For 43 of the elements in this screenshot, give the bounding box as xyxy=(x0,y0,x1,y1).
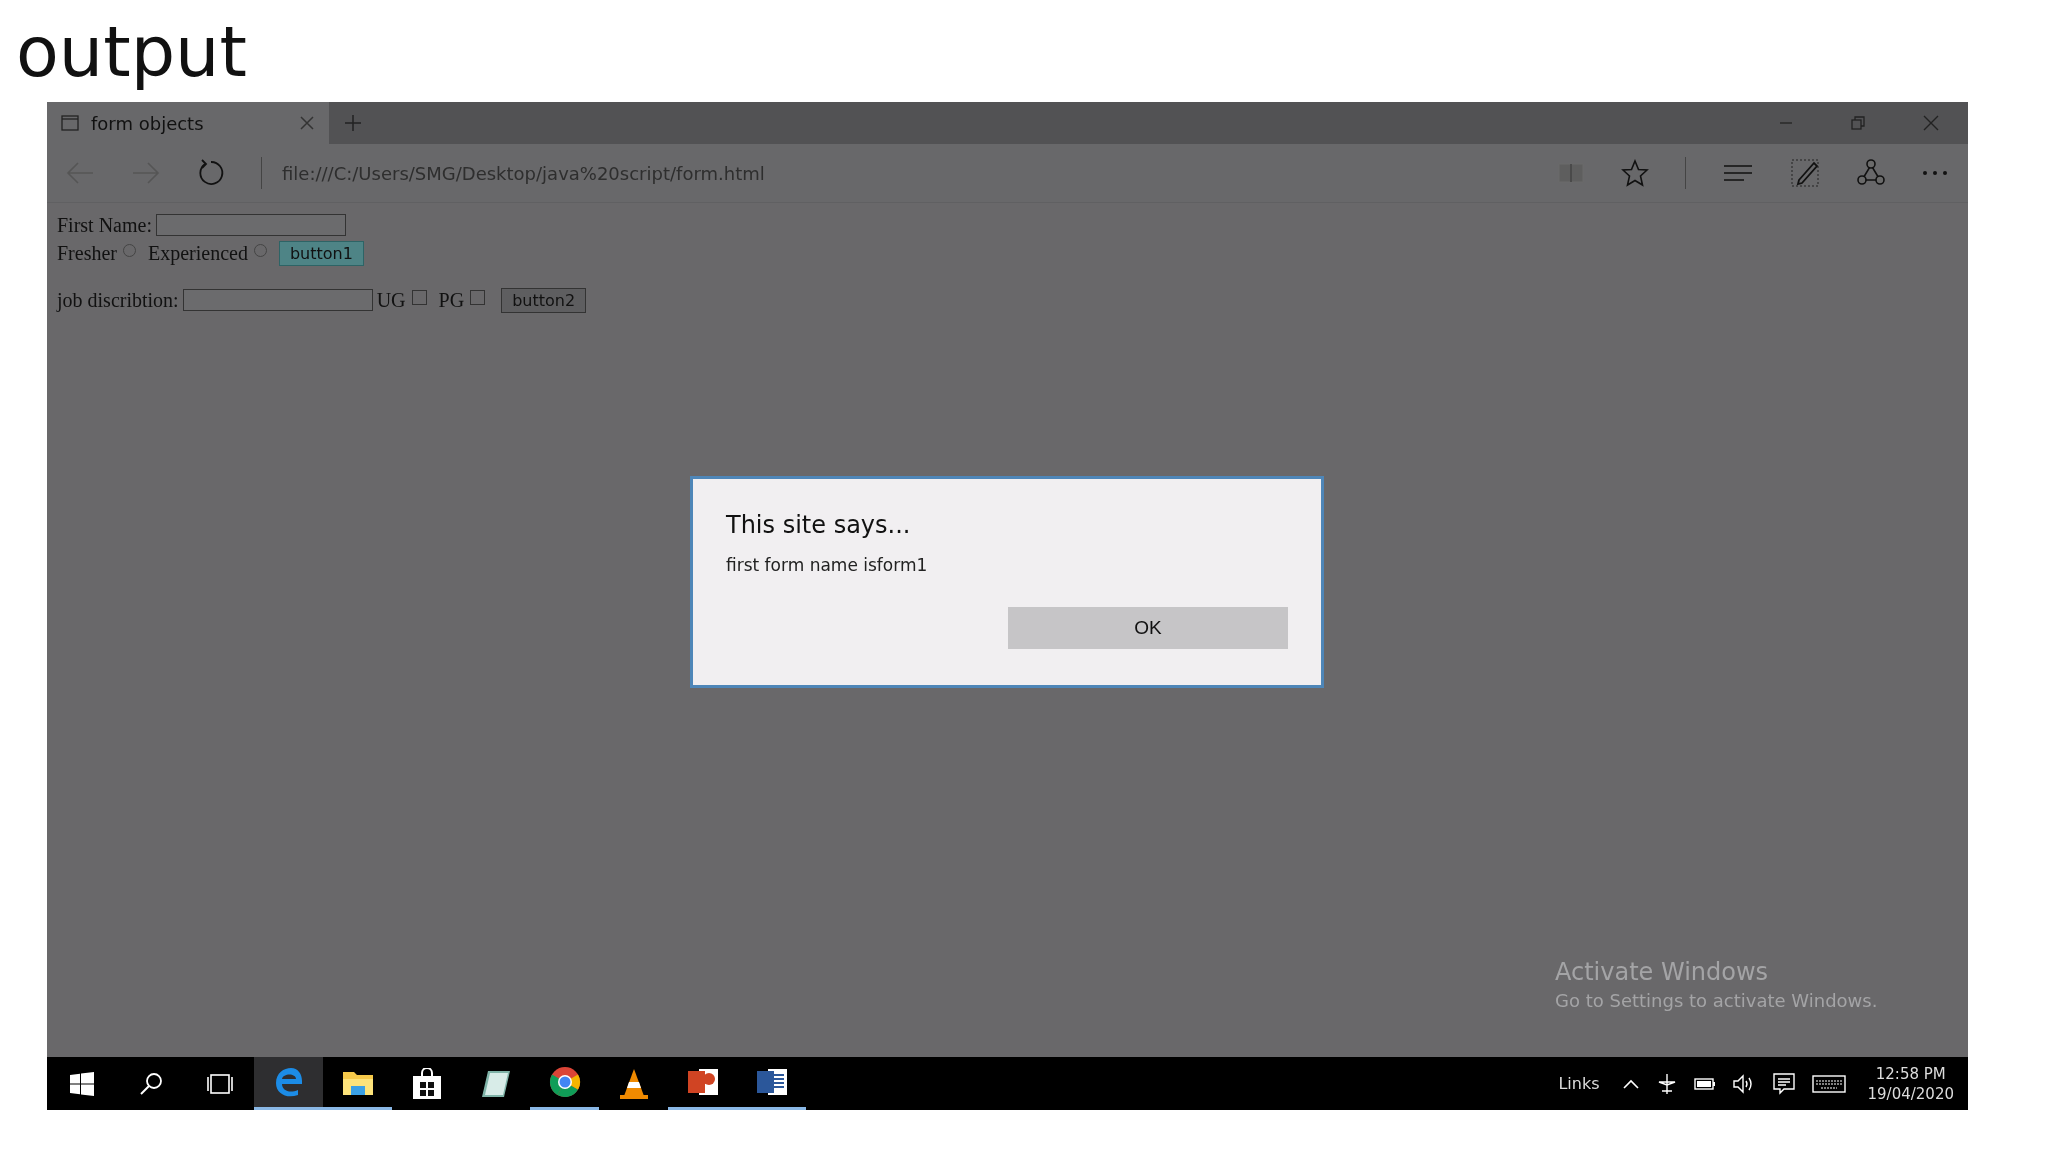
refresh-icon[interactable] xyxy=(197,159,225,187)
more-dots-icon[interactable] xyxy=(1922,169,1948,177)
page-icon xyxy=(61,115,79,131)
checkbox-label: UG xyxy=(376,288,406,312)
button1[interactable]: button1 xyxy=(278,240,364,266)
clock-time[interactable]: 12:58 PM xyxy=(1875,1063,1946,1084)
battery-icon[interactable] xyxy=(1693,1076,1716,1091)
dialog-title: This site says... xyxy=(726,511,912,539)
checkbox-label: PG xyxy=(438,288,465,312)
dialog-message: first form name isform1 xyxy=(726,555,929,575)
windows-logo-icon xyxy=(69,1071,94,1096)
close-icon[interactable] xyxy=(1922,114,1940,132)
checkbox[interactable] xyxy=(411,289,427,305)
links-toolbar[interactable]: Links xyxy=(1558,1074,1600,1093)
first-name-label: First Name: xyxy=(57,213,152,237)
pen-note-icon[interactable] xyxy=(1790,158,1820,188)
w-document-icon xyxy=(755,1067,788,1097)
star-icon[interactable] xyxy=(1621,159,1649,187)
shopping-bag-icon xyxy=(411,1067,442,1100)
chevron-up-icon[interactable] xyxy=(1621,1077,1640,1090)
checkbox[interactable] xyxy=(470,289,486,305)
radio-label: Fresher xyxy=(57,241,117,265)
clock-date[interactable]: 19/04/2020 xyxy=(1867,1083,1954,1104)
notepad-icon xyxy=(479,1068,512,1099)
restore-icon[interactable] xyxy=(1850,115,1866,131)
keyboard-icon[interactable] xyxy=(1811,1073,1846,1094)
slide-title: output xyxy=(15,10,248,95)
first-name-field[interactable] xyxy=(156,214,346,236)
radio-label: Experienced xyxy=(148,241,248,265)
taskbar-app[interactable] xyxy=(254,1057,323,1110)
job-description-label: job discribtion: xyxy=(57,288,179,312)
new-tab-icon[interactable] xyxy=(343,113,363,133)
traffic-cone-icon xyxy=(618,1067,649,1100)
search-icon xyxy=(138,1071,163,1096)
activation-message: Go to Settings to activate Windows. xyxy=(1555,990,1878,1011)
notification-icon[interactable] xyxy=(1771,1071,1796,1096)
share-icon[interactable] xyxy=(1856,158,1886,188)
ok-button[interactable]: OK xyxy=(1008,607,1288,649)
close-icon[interactable] xyxy=(299,115,315,131)
job-description-field[interactable] xyxy=(182,289,373,311)
activation-title: Activate Windows xyxy=(1555,958,1770,986)
chrome-circle-icon xyxy=(548,1066,581,1098)
p-document-icon xyxy=(686,1067,719,1097)
